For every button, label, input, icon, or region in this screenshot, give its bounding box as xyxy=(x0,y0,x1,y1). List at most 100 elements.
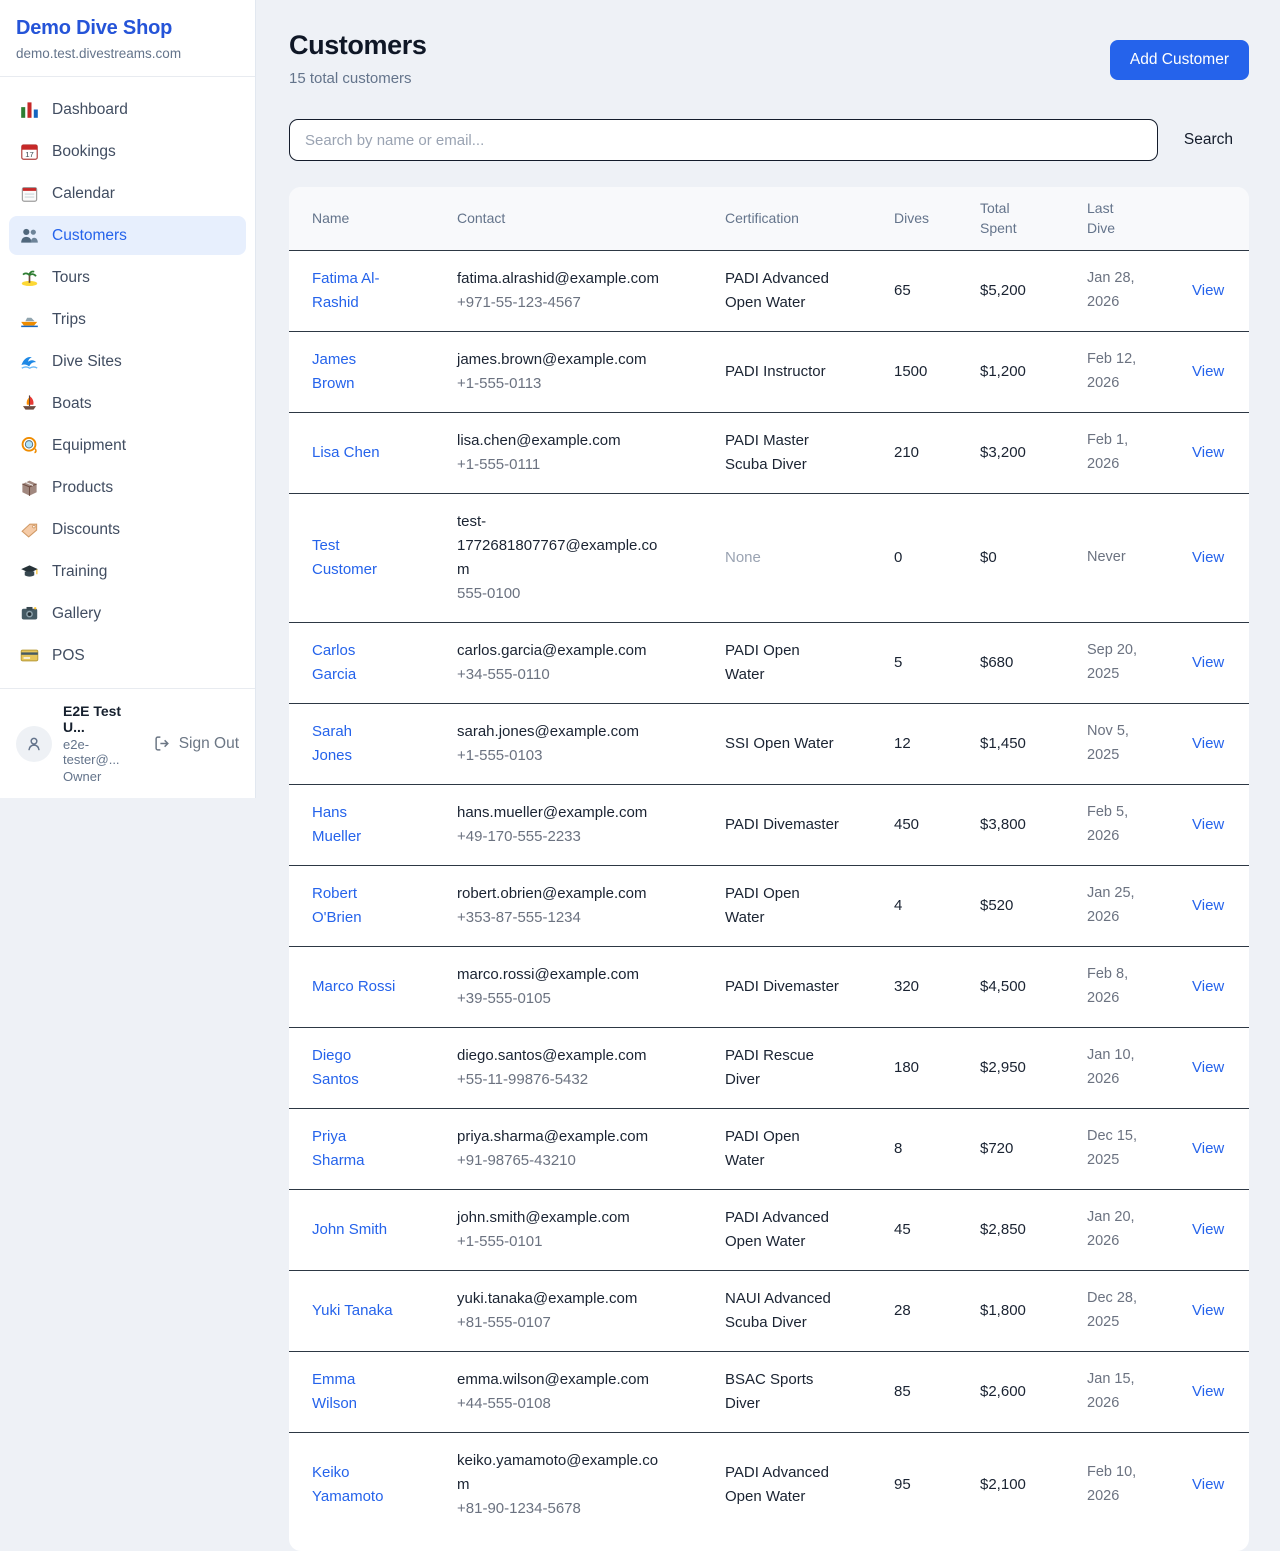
customer-name-link[interactable]: Hans Mueller xyxy=(312,801,396,849)
customer-last-dive: Feb 8, 2026 xyxy=(1087,963,1151,1009)
sidebar-item-label: Products xyxy=(52,479,113,497)
sidebar-item-calendar[interactable]: Calendar xyxy=(9,174,246,213)
motorboat-icon xyxy=(20,310,39,329)
column-header-actions xyxy=(1192,187,1249,250)
customer-last-dive: Never xyxy=(1087,546,1126,569)
people-icon xyxy=(20,226,39,245)
add-customer-button[interactable]: Add Customer xyxy=(1110,40,1249,80)
customer-last-dive: Jan 28, 2026 xyxy=(1087,267,1151,313)
view-link[interactable]: View xyxy=(1192,975,1224,999)
sidebar-item-pos[interactable]: POS xyxy=(9,636,246,675)
table-row: Yuki Tanaka yuki.tanaka@example.com +81-… xyxy=(289,1271,1249,1352)
sign-out-button[interactable]: Sign Out xyxy=(154,735,239,753)
view-link[interactable]: View xyxy=(1192,651,1224,675)
view-link[interactable]: View xyxy=(1192,813,1224,837)
customer-certification: PADI Open Water xyxy=(725,1125,843,1173)
customer-last-dive: Sep 20, 2025 xyxy=(1087,639,1151,685)
table-row: Diego Santos diego.santos@example.com +5… xyxy=(289,1028,1249,1109)
customer-name-link[interactable]: James Brown xyxy=(312,348,396,396)
search-input[interactable] xyxy=(289,119,1158,161)
customer-phone: +1-555-0113 xyxy=(457,372,541,396)
view-link[interactable]: View xyxy=(1192,1137,1224,1161)
customer-name-link[interactable]: Emma Wilson xyxy=(312,1368,396,1416)
customer-dives: 0 xyxy=(894,494,980,622)
customer-dives: 1500 xyxy=(894,332,980,412)
sidebar-item-discounts[interactable]: Discounts xyxy=(9,510,246,549)
customer-phone: +55-11-99876-5432 xyxy=(457,1068,588,1092)
user-role: Owner xyxy=(63,769,143,784)
sidebar-item-equipment[interactable]: Equipment xyxy=(9,426,246,465)
customer-total-spent: $680 xyxy=(980,623,1087,703)
customer-certification: PADI Rescue Diver xyxy=(725,1044,843,1092)
sidebar-item-bookings[interactable]: 17 Bookings xyxy=(9,132,246,171)
customer-email: robert.obrien@example.com xyxy=(457,882,646,906)
credit-card-icon xyxy=(20,646,39,665)
tag-icon xyxy=(20,520,39,539)
customer-total-spent: $2,850 xyxy=(980,1190,1087,1270)
customer-total-spent: $3,800 xyxy=(980,785,1087,865)
customer-email: john.smith@example.com xyxy=(457,1206,630,1230)
table-header-row: Name Contact Certification Dives Total S… xyxy=(289,187,1249,251)
customer-name-link[interactable]: Priya Sharma xyxy=(312,1125,396,1173)
view-link[interactable]: View xyxy=(1192,441,1224,465)
sidebar-item-label: Boats xyxy=(52,395,92,413)
sidebar-item-gallery[interactable]: Gallery xyxy=(9,594,246,633)
sidebar-item-customers[interactable]: Customers xyxy=(9,216,246,255)
table-row: Fatima Al-Rashid fatima.alrashid@example… xyxy=(289,251,1249,332)
customer-name-link[interactable]: Marco Rossi xyxy=(312,975,395,999)
customer-contact: robert.obrien@example.com +353-87-555-12… xyxy=(457,866,725,946)
view-link[interactable]: View xyxy=(1192,1056,1224,1080)
customer-name-link[interactable]: Carlos Garcia xyxy=(312,639,396,687)
customer-certification: PADI Master Scuba Diver xyxy=(725,429,843,477)
customer-total-spent: $3,200 xyxy=(980,413,1087,493)
view-link[interactable]: View xyxy=(1192,894,1224,918)
customer-total-spent: $4,500 xyxy=(980,947,1087,1027)
customer-name-link[interactable]: John Smith xyxy=(312,1218,387,1242)
sidebar-item-dashboard[interactable]: Dashboard xyxy=(9,90,246,129)
customer-total-spent: $1,800 xyxy=(980,1271,1087,1351)
user-section: E2E Test U... e2e-tester@... Owner Sign … xyxy=(0,688,255,798)
customer-name-link[interactable]: Sarah Jones xyxy=(312,720,396,768)
table-row: Robert O'Brien robert.obrien@example.com… xyxy=(289,866,1249,947)
camera-icon xyxy=(20,604,39,623)
customer-name-link[interactable]: Yuki Tanaka xyxy=(312,1299,393,1323)
customer-name-link[interactable]: Lisa Chen xyxy=(312,441,380,465)
view-link[interactable]: View xyxy=(1192,1299,1224,1323)
customer-certification: SSI Open Water xyxy=(725,732,834,756)
sidebar-item-dive-sites[interactable]: Dive Sites xyxy=(9,342,246,381)
customer-dives: 65 xyxy=(894,251,980,331)
customer-certification: PADI Advanced Open Water xyxy=(725,267,843,315)
sidebar-item-trips[interactable]: Trips xyxy=(9,300,246,339)
customer-total-spent: $720 xyxy=(980,1109,1087,1189)
sidebar-item-label: Equipment xyxy=(52,437,126,455)
sidebar-item-tours[interactable]: Tours xyxy=(9,258,246,297)
customer-certification: PADI Advanced Open Water xyxy=(725,1206,843,1254)
sidebar-item-training[interactable]: Training xyxy=(9,552,246,591)
table-row: James Brown james.brown@example.com +1-5… xyxy=(289,332,1249,413)
sidebar-item-products[interactable]: Products xyxy=(9,468,246,507)
sidebar-item-label: Discounts xyxy=(52,521,120,539)
customer-contact: fatima.alrashid@example.com +971-55-123-… xyxy=(457,251,725,331)
customer-dives: 28 xyxy=(894,1271,980,1351)
page-title: Customers xyxy=(289,30,426,61)
view-link[interactable]: View xyxy=(1192,279,1224,303)
customer-phone: +353-87-555-1234 xyxy=(457,906,581,930)
customer-last-dive: Jan 15, 2026 xyxy=(1087,1368,1151,1414)
island-icon xyxy=(20,268,39,287)
table-row: Lisa Chen lisa.chen@example.com +1-555-0… xyxy=(289,413,1249,494)
customer-name-link[interactable]: Robert O'Brien xyxy=(312,882,396,930)
view-link[interactable]: View xyxy=(1192,732,1224,756)
customer-name-link[interactable]: Fatima Al-Rashid xyxy=(312,267,396,315)
page-header: Customers 15 total customers Add Custome… xyxy=(289,30,1249,87)
column-header-total-spent: Total Spent xyxy=(980,187,1087,250)
view-link[interactable]: View xyxy=(1192,546,1224,570)
view-link[interactable]: View xyxy=(1192,360,1224,384)
view-link[interactable]: View xyxy=(1192,1380,1224,1404)
customer-name-link[interactable]: Test Customer xyxy=(312,534,396,582)
customer-contact: james.brown@example.com +1-555-0113 xyxy=(457,332,725,412)
search-button[interactable]: Search xyxy=(1168,131,1249,149)
customer-name-link[interactable]: Diego Santos xyxy=(312,1044,396,1092)
view-link[interactable]: View xyxy=(1192,1218,1224,1242)
customer-dives: 4 xyxy=(894,866,980,946)
sidebar-item-boats[interactable]: Boats xyxy=(9,384,246,423)
